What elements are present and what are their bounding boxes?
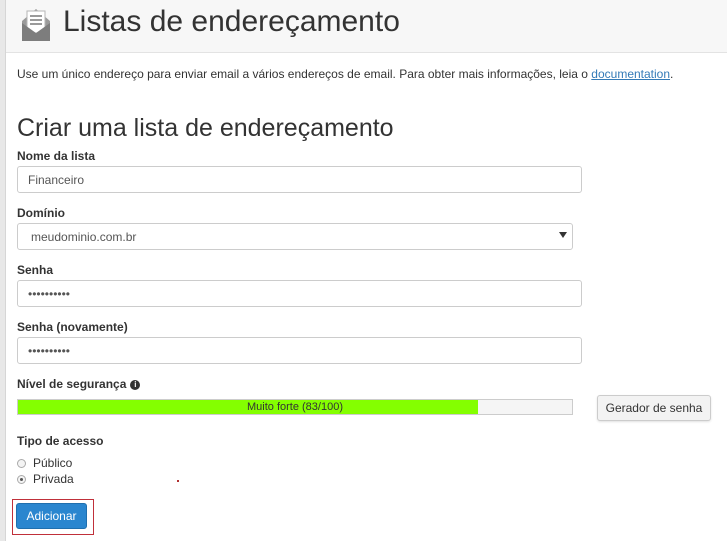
info-icon[interactable]: i [130,380,141,390]
intro-description: Use um único endereço para enviar email … [17,67,592,81]
access-option-public-label: Público [33,456,73,470]
domain-select-value: meudominio.com.br [31,230,137,244]
list-name-input[interactable] [17,166,582,193]
domain-label: Domínio [17,206,65,220]
strength-meter-text: Muito forte (83/100) [247,401,343,413]
password-again-input[interactable] [17,337,582,364]
mailing-list-envelope-icon [22,9,50,41]
password-input[interactable] [17,280,582,307]
list-name-label: Nome da lista [17,149,96,163]
intro-text: Use um único endereço para enviar email … [17,67,673,81]
documentation-link[interactable]: documentation [591,67,670,81]
access-option-private[interactable]: Privada [17,472,74,486]
strength-meter: Muito forte (83/100) [17,399,573,415]
domain-select[interactable]: meudominio.com.br [17,223,573,250]
section-title: Criar uma lista de endereçamento [17,114,394,142]
access-option-public[interactable]: Público [17,456,72,470]
password-again-label: Senha (novamente) [17,320,128,334]
stray-dot [177,480,179,482]
radio-private[interactable] [17,475,26,484]
intro-suffix: . [670,67,674,81]
access-type-label: Tipo de acesso [17,434,104,448]
add-button[interactable]: Adicionar [16,503,87,529]
left-edge-border [0,0,6,541]
page-header: Listas de endereçamento [6,0,727,53]
password-label: Senha [17,263,54,277]
access-option-private-label: Privada [33,472,74,486]
strength-label: Nível de segurança i [17,377,141,391]
radio-public[interactable] [17,459,26,468]
page-title: Listas de endereçamento [63,5,400,38]
strength-label-text: Nível de segurança [17,377,127,391]
caret-down-icon [559,232,567,238]
password-generator-button[interactable]: Gerador de senha [597,395,711,421]
